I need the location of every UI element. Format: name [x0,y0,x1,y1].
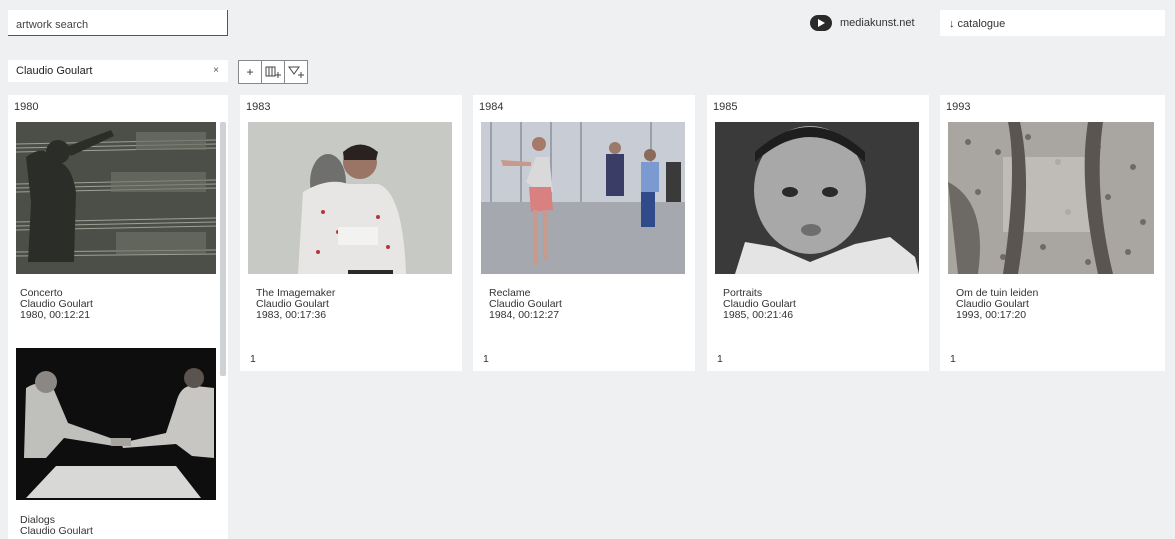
catalogue-button[interactable]: ↓ catalogue [940,10,1165,36]
add-button[interactable]: + [238,60,262,84]
artwork-thumbnail-concerto[interactable] [16,122,216,274]
year-column-1993: 1993 Om de tuin leiden Claudio Goulart 1… [940,95,1165,371]
clear-filter-icon[interactable]: × [213,65,219,76]
add-filter-button[interactable] [284,60,308,84]
artwork-year-duration: 1985, 00:21:46 [723,309,794,321]
artwork-search-input[interactable]: artwork search [8,10,228,36]
artwork-info[interactable]: Concerto Claudio Goulart 1980, 00:12:21 [20,288,93,321]
brand-label: mediakunst.net [840,17,915,29]
artwork-year-duration: 1983, 00:17:36 [256,309,327,321]
artwork-thumbnail-the-imagemaker[interactable] [248,122,452,274]
column-year: 1993 [946,101,971,113]
column-year: 1984 [479,101,504,113]
brand-link[interactable]: mediakunst.net [810,15,915,31]
artist-filter-value: Claudio Goulart [16,65,93,77]
artwork-thumbnail-reclame[interactable] [481,122,685,274]
column-year: 1985 [713,101,738,113]
year-column-1985: 1985 Portraits Claudio Goulart 1985, 00:… [707,95,929,371]
artwork-year-duration: 1980, 00:12:21 [20,309,91,321]
toolbar: + [238,60,308,84]
artwork-info[interactable]: Dialogs Claudio Goulart [20,515,93,537]
column-count: 1 [250,353,256,365]
column-year: 1983 [246,101,271,113]
artwork-thumbnail-om-de-tuin-leiden[interactable] [948,122,1154,274]
artwork-info[interactable]: Om de tuin leiden Claudio Goulart 1993, … [956,288,1038,321]
top-bar: artwork search mediakunst.net ↓ catalogu… [0,0,1175,36]
artwork-info[interactable]: Reclame Claudio Goulart 1984, 00:12:27 [489,288,562,321]
add-column-button[interactable] [261,60,285,84]
year-column-1980: 1980 Concerto Claudio Goulart 1980, 00:1… [8,95,228,539]
artwork-thumbnail-dialogs[interactable] [16,348,216,500]
column-year: 1980 [14,101,39,113]
artwork-year-duration: 1993, 00:17:20 [956,309,1027,321]
artwork-info[interactable]: The Imagemaker Claudio Goulart 1983, 00:… [256,288,335,321]
artwork-year-duration: 1984, 00:12:27 [489,309,560,321]
year-column-1983: 1983 The Imagemaker Claudio Goulart 1983… [240,95,462,371]
artwork-thumbnail-portraits[interactable] [715,122,919,274]
scrollbar-thumb[interactable] [220,122,226,376]
artist-filter-field[interactable]: Claudio Goulart × [8,60,228,82]
column-count: 1 [483,353,489,365]
play-icon [810,15,832,31]
artwork-artist: Claudio Goulart [20,525,93,537]
column-count: 1 [717,353,723,365]
columns-icon [265,66,281,78]
year-column-1984: 1984 Reclame Claudio Goulart 1984, 00:12… [473,95,695,371]
column-count: 1 [950,353,956,365]
filter-icon [288,66,304,78]
artwork-info[interactable]: Portraits Claudio Goulart 1985, 00:21:46 [723,288,796,321]
